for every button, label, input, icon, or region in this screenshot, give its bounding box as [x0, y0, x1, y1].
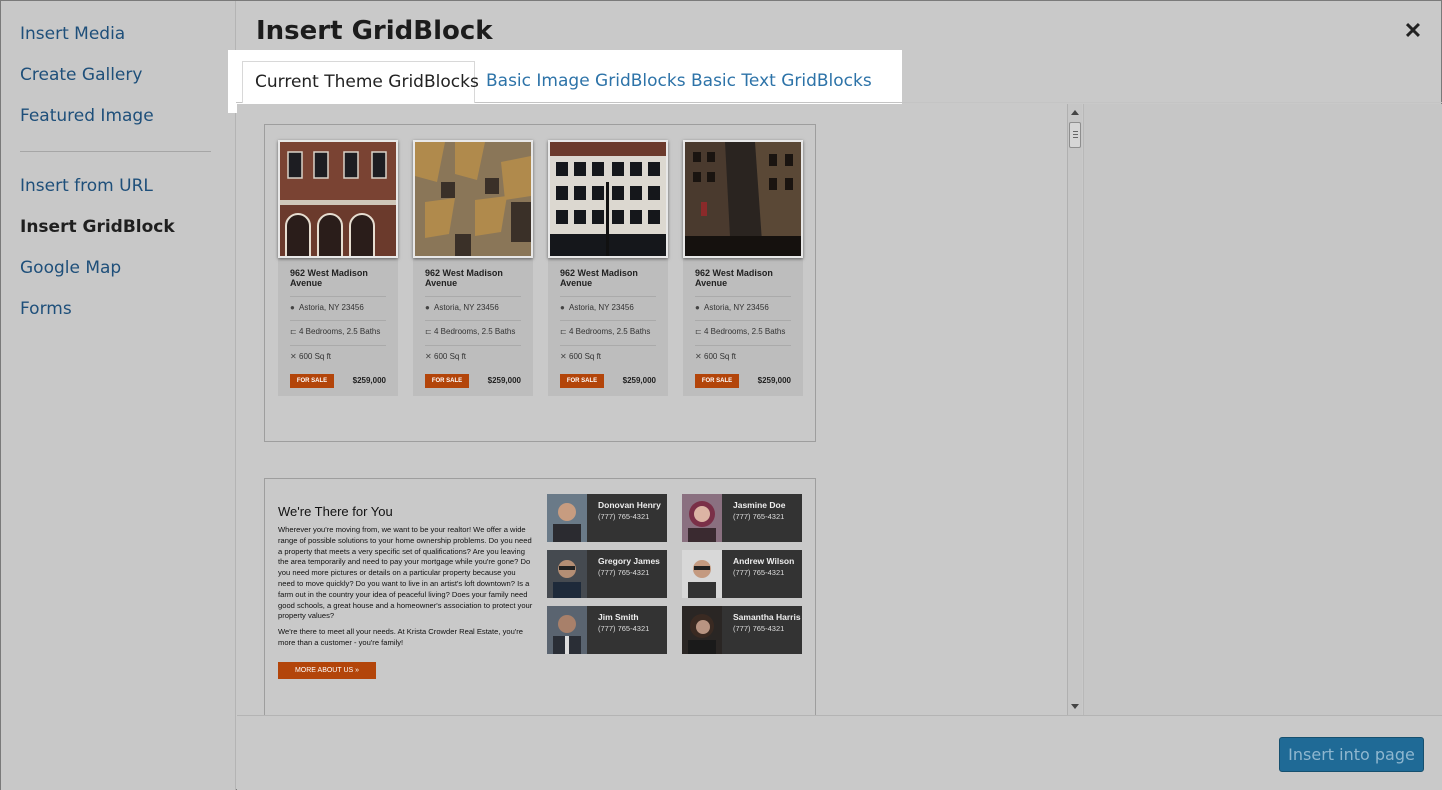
listing-address: 962 West Madison Avenue	[695, 268, 773, 288]
about-paragraph: Wherever you're moving from, we want to …	[278, 525, 533, 621]
sidebar-item-insert-gridblock[interactable]: Insert GridBlock	[20, 217, 175, 237]
agent-card: Samantha Harris (777) 765-4321	[682, 606, 802, 654]
agent-card: Gregory James (777) 765-4321	[547, 550, 667, 598]
globe-icon: ●	[695, 303, 700, 312]
status-badge: FOR SALE	[425, 374, 469, 388]
tab-basic-image-gridblocks[interactable]: Basic Image GridBlocks	[474, 61, 698, 103]
insert-into-page-button[interactable]: Insert into page	[1279, 737, 1424, 772]
listing-photo	[683, 140, 803, 258]
sidebar-item-create-gallery[interactable]: Create Gallery	[20, 65, 142, 85]
agent-name: Jasmine Doe	[733, 500, 786, 510]
agent-phone: (777) 765-4321	[598, 568, 650, 577]
agent-card: Jim Smith (777) 765-4321	[547, 606, 667, 654]
content-scrollbar[interactable]	[1067, 104, 1082, 715]
more-about-us-button[interactable]: MORE ABOUT US »	[278, 662, 376, 679]
listing-photo	[413, 140, 533, 258]
bed-icon: ⊏	[290, 327, 297, 336]
globe-icon: ●	[425, 303, 430, 312]
avatar	[682, 606, 722, 654]
tab-basic-text-gridblocks[interactable]: Basic Text GridBlocks	[679, 61, 884, 103]
expand-icon: ✕	[695, 352, 702, 361]
status-badge: FOR SALE	[560, 374, 604, 388]
globe-icon: ●	[560, 303, 565, 312]
avatar	[682, 494, 722, 542]
listing-card: 962 West Madison Avenue ● Astoria, NY 234…	[548, 140, 668, 396]
modal-title: Insert GridBlock	[256, 16, 493, 46]
close-icon[interactable]: ✕	[1401, 19, 1425, 43]
listing-address: 962 West Madison Avenue	[425, 268, 503, 288]
listing-location: ● Astoria, NY 23456	[695, 296, 791, 312]
listing-location: ● Astoria, NY 23456	[560, 296, 656, 312]
about-title: We're There for You	[278, 504, 393, 519]
agent-card: Jasmine Doe (777) 765-4321	[682, 494, 802, 542]
listing-price: $259,000	[757, 376, 791, 385]
listing-location: ● Astoria, NY 23456	[425, 296, 521, 312]
globe-icon: ●	[290, 303, 295, 312]
listing-rooms: ⊏ 4 Bedrooms, 2.5 Baths	[695, 320, 791, 336]
gridblock-about-agents[interactable]: We're There for You Wherever you're movi…	[264, 478, 816, 715]
gridblock-listings[interactable]: 962 West Madison Avenue ● Astoria, NY 234…	[264, 124, 816, 442]
agent-phone: (777) 765-4321	[598, 512, 650, 521]
avatar	[547, 606, 587, 654]
sidebar-item-forms[interactable]: Forms	[20, 299, 72, 319]
avatar	[682, 550, 722, 598]
bed-icon: ⊏	[425, 327, 432, 336]
listing-card: 962 West Madison Avenue ● Astoria, NY 234…	[683, 140, 803, 396]
agent-card: Andrew Wilson (777) 765-4321	[682, 550, 802, 598]
agent-phone: (777) 765-4321	[733, 512, 785, 521]
listing-photo	[548, 140, 668, 258]
media-modal: Insert Media Create Gallery Featured Ima…	[0, 0, 1442, 790]
bed-icon: ⊏	[695, 327, 702, 336]
listing-rooms: ⊏ 4 Bedrooms, 2.5 Baths	[425, 320, 521, 336]
listing-address: 962 West Madison Avenue	[560, 268, 638, 288]
listing-rooms: ⊏ 4 Bedrooms, 2.5 Baths	[560, 320, 656, 336]
scrollbar-thumb[interactable]	[1069, 122, 1081, 148]
tab-current-theme-gridblocks[interactable]: Current Theme GridBlocks	[242, 61, 479, 103]
listing-card: 962 West Madison Avenue ● Astoria, NY 234…	[278, 140, 398, 396]
sidebar-item-google-map[interactable]: Google Map	[20, 258, 121, 278]
listing-area: ✕ 600 Sq ft	[290, 345, 386, 361]
about-paragraph: We're there to meet all your needs. At K…	[278, 627, 524, 647]
agent-phone: (777) 765-4321	[733, 624, 785, 633]
agent-card: Donovan Henry (777) 765-4321	[547, 494, 667, 542]
expand-icon: ✕	[425, 352, 432, 361]
avatar	[547, 550, 587, 598]
listing-area: ✕ 600 Sq ft	[695, 345, 791, 361]
listing-price: $259,000	[487, 376, 521, 385]
agent-phone: (777) 765-4321	[598, 624, 650, 633]
agent-name: Jim Smith	[598, 612, 639, 622]
details-panel	[1083, 104, 1442, 715]
sidebar-item-insert-media[interactable]: Insert Media	[20, 24, 125, 44]
status-badge: FOR SALE	[290, 374, 334, 388]
listing-rooms: ⊏ 4 Bedrooms, 2.5 Baths	[290, 320, 386, 336]
sidebar-item-featured-image[interactable]: Featured Image	[20, 106, 154, 126]
agent-name: Donovan Henry	[598, 500, 661, 510]
media-sidebar: Insert Media Create Gallery Featured Ima…	[1, 1, 236, 790]
listing-price: $259,000	[352, 376, 386, 385]
listing-price: $259,000	[622, 376, 656, 385]
modal-footer	[237, 715, 1442, 790]
agent-name: Gregory James	[598, 556, 660, 566]
expand-icon: ✕	[560, 352, 567, 361]
scroll-down-arrow-icon[interactable]	[1071, 704, 1079, 709]
agent-phone: (777) 765-4321	[733, 568, 785, 577]
expand-icon: ✕	[290, 352, 297, 361]
bed-icon: ⊏	[560, 327, 567, 336]
listing-area: ✕ 600 Sq ft	[560, 345, 656, 361]
listing-location: ● Astoria, NY 23456	[290, 296, 386, 312]
status-badge: FOR SALE	[695, 374, 739, 388]
sidebar-item-insert-from-url[interactable]: Insert from URL	[20, 176, 153, 196]
gridblock-list[interactable]: 962 West Madison Avenue ● Astoria, NY 234…	[237, 104, 1067, 715]
listing-photo	[278, 140, 398, 258]
agent-name: Andrew Wilson	[733, 556, 795, 566]
listing-area: ✕ 600 Sq ft	[425, 345, 521, 361]
sidebar-separator	[20, 151, 211, 152]
listing-address: 962 West Madison Avenue	[290, 268, 368, 288]
avatar	[547, 494, 587, 542]
agent-name: Samantha Harris	[733, 612, 801, 622]
listing-card: 962 West Madison Avenue ● Astoria, NY 234…	[413, 140, 533, 396]
scroll-up-arrow-icon[interactable]	[1071, 110, 1079, 115]
